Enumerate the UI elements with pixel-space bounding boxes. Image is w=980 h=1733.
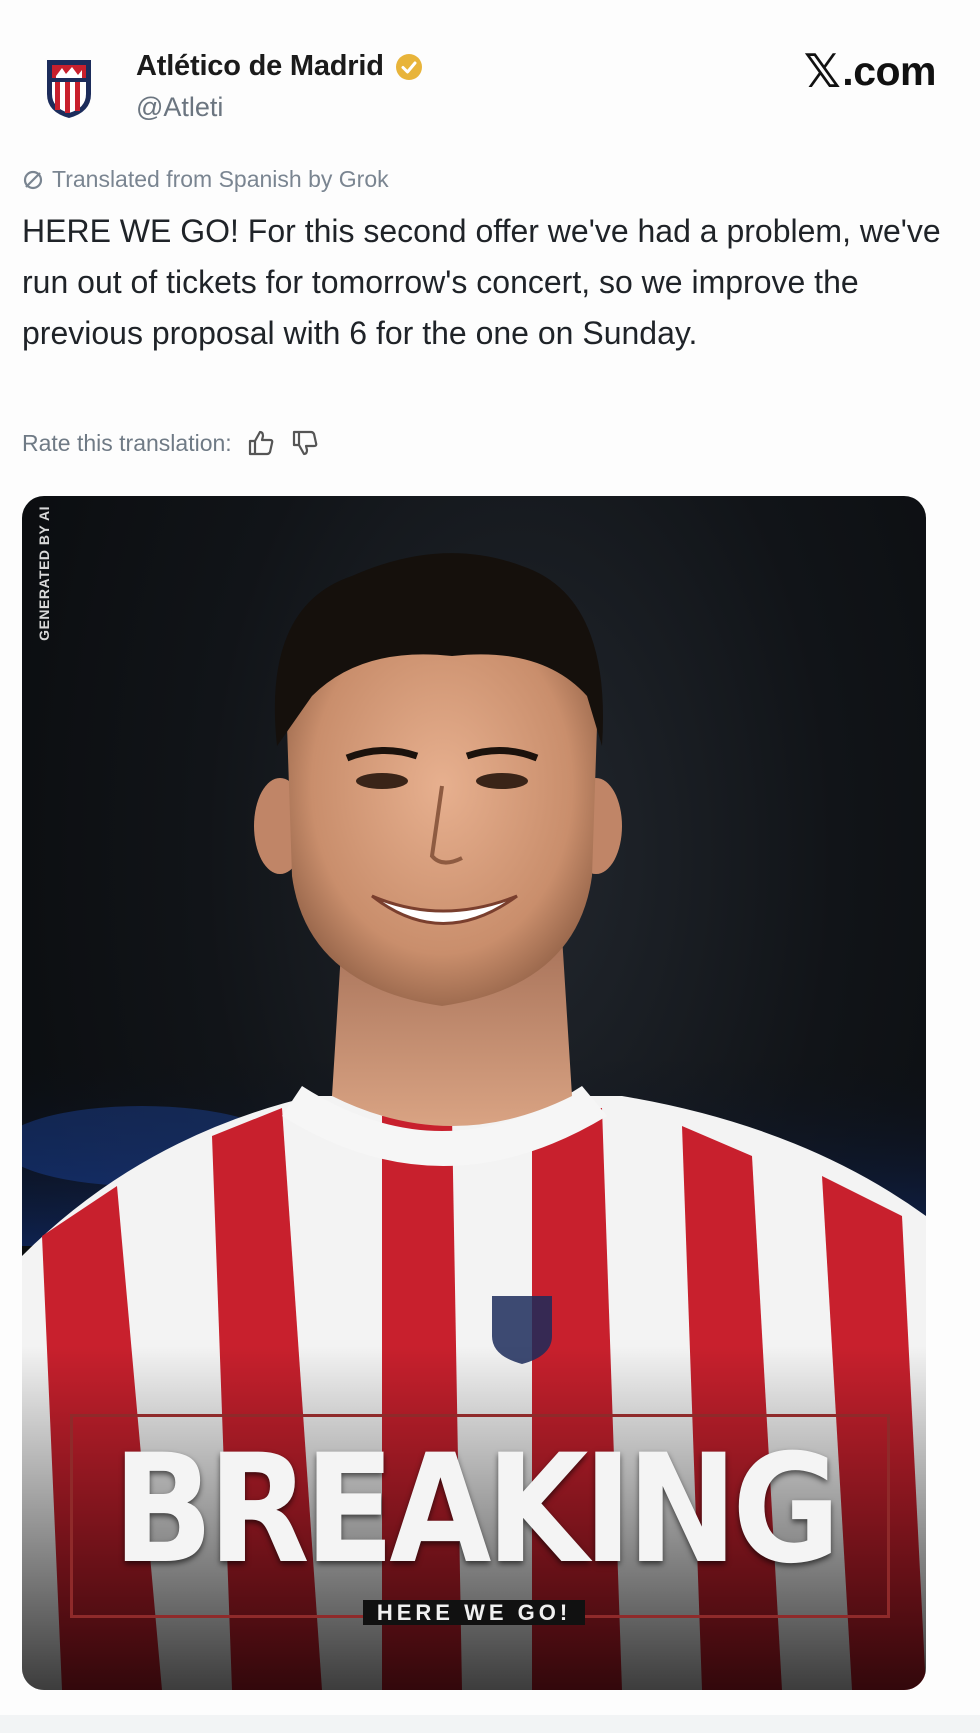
rate-translation: Rate this translation:	[22, 428, 320, 458]
rate-label: Rate this translation:	[22, 429, 232, 456]
brand-suffix: .com	[842, 47, 936, 94]
translation-note-text: Translated from Spanish by Grok	[52, 166, 389, 192]
tweet-card: Atlético de Madrid @Atleti 𝕏 .com Transl…	[0, 0, 980, 1733]
club-crest-avatar[interactable]	[44, 56, 94, 120]
thumbs-up-icon[interactable]	[246, 428, 276, 458]
ai-generated-label: GENERATED BY AI	[36, 506, 52, 641]
tweet-media-image[interactable]: GENERATED BY AI BREAKING HERE WE GO!	[22, 496, 926, 1690]
account-name-text[interactable]: Atlético de Madrid	[136, 50, 384, 83]
verified-badge-icon	[395, 53, 422, 80]
bottom-divider	[0, 1715, 980, 1733]
thumbs-down-icon[interactable]	[290, 428, 320, 458]
x-com-logo: 𝕏 .com	[803, 44, 937, 98]
grok-icon	[23, 170, 43, 189]
x-logo-icon: 𝕏	[803, 45, 841, 97]
tweet-text: HERE WE GO! For this second offer we've …	[22, 213, 941, 351]
account-name[interactable]: Atlético de Madrid	[136, 50, 424, 83]
tweet-header: Atlético de Madrid @Atleti 𝕏 .com	[0, 0, 980, 160]
account-handle[interactable]: @Atleti	[136, 92, 223, 123]
breaking-title: BREAKING	[112, 1423, 841, 1597]
breaking-subtitle-text: HERE WE GO!	[362, 1600, 586, 1625]
breaking-subtitle: HERE WE GO!	[22, 1600, 926, 1626]
translation-note: Translated from Spanish by Grok	[22, 166, 389, 193]
